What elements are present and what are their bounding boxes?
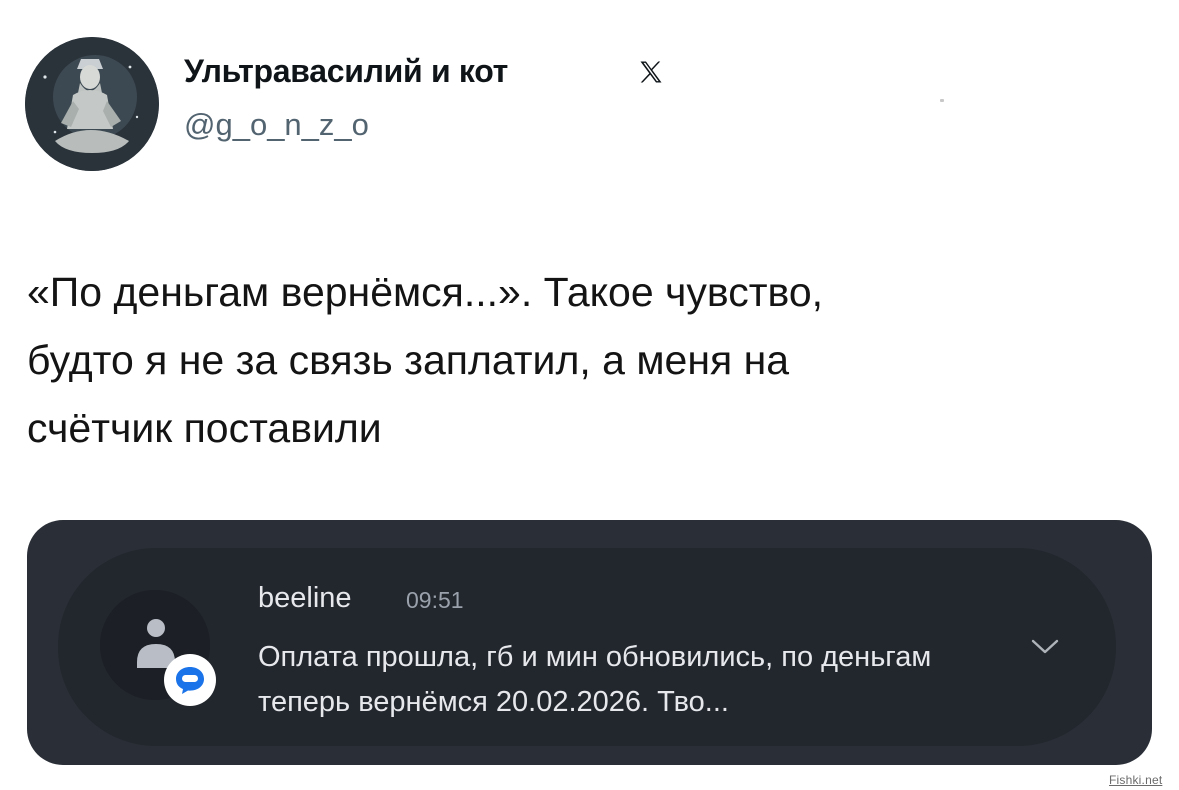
avatar-image [25,37,159,171]
x-logo-icon [640,61,662,83]
author-name[interactable]: Ультравасилий и кот [184,53,508,90]
message-bubble-icon [176,667,204,694]
notification-time: 09:51 [406,587,464,613]
notification-sender: beeline [258,582,352,614]
tweet-text: «По деньгам вернёмся...». Такое чувство,… [27,269,824,451]
author-handle[interactable]: @g_o_n_z_o [184,107,369,143]
author-avatar[interactable] [25,37,159,171]
watermark: Fishki.net [1109,773,1163,787]
artifact-dot [940,99,944,102]
notification-message: Оплата прошла, гб и мин обновились, по д… [258,641,932,718]
chevron-down-icon[interactable] [1030,637,1060,657]
messages-app-icon [164,654,216,706]
